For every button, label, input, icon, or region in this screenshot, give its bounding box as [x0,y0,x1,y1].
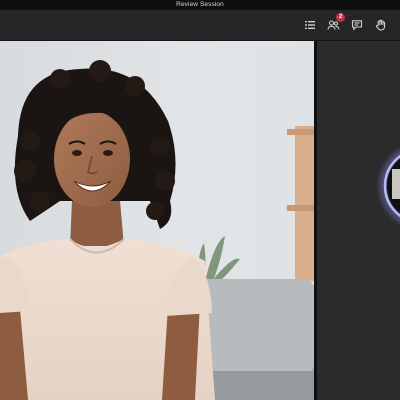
list-icon [304,19,316,31]
participant-avatar-tile[interactable] [317,41,400,400]
chat-icon [351,19,363,31]
list-button[interactable] [302,17,318,33]
raise-hand-button[interactable] [373,17,389,33]
participants-count-badge: 2 [336,13,345,22]
title-bar: Review Session [0,0,400,10]
chat-button[interactable] [349,17,365,33]
participants-button[interactable]: 2 [325,13,345,33]
window-title: Review Session [176,1,224,8]
meeting-window: Review Session 2 [0,0,400,400]
participant-video-woman[interactable] [0,41,314,400]
raise-hand-icon [375,19,387,31]
meeting-toolbar: 2 [0,10,400,41]
